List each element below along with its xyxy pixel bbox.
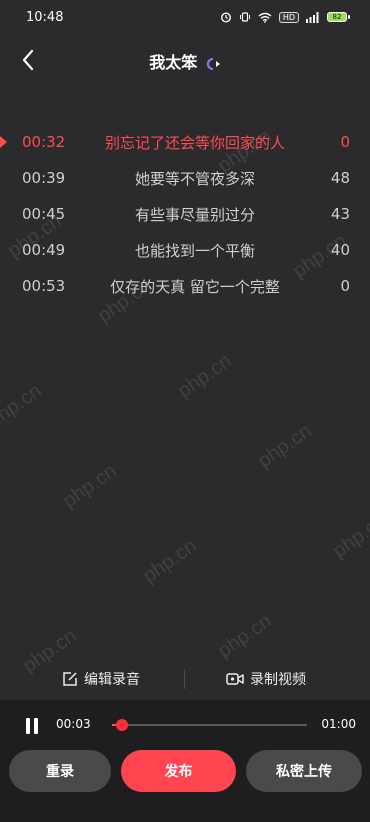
video-camera-icon <box>226 673 244 685</box>
current-line-marker-icon <box>0 136 7 148</box>
hd-icon: HD <box>278 11 299 23</box>
lyric-text: 也能找到一个平衡 <box>134 241 255 260</box>
lyric-time: 00:32 <box>22 133 66 151</box>
progress-handle[interactable] <box>115 719 128 731</box>
tool-divider <box>184 669 185 689</box>
nav-bar: 我太笨 <box>0 40 370 80</box>
lyric-text: 她要等不管夜多深 <box>134 169 255 188</box>
watermark: php.cn <box>173 349 236 403</box>
watermark: php.cn <box>328 509 370 563</box>
watermark: php.cn <box>213 609 276 663</box>
watermark: php.cn <box>253 419 316 473</box>
watermark: php.cn <box>0 379 46 433</box>
battery-icon: 82 <box>327 12 350 22</box>
progress-slider[interactable] <box>112 719 307 731</box>
edit-icon <box>63 672 77 686</box>
tool-row: 编辑录音 录制视频 <box>0 664 370 694</box>
lyric-text: 仅存的天真 留它一个完整 <box>110 277 280 296</box>
lyric-time: 00:45 <box>22 205 66 223</box>
wifi-icon <box>258 12 272 23</box>
current-time: 00:03 <box>56 717 91 731</box>
lyric-row[interactable]: 00:53 仅存的天真 留它一个完整 0 <box>0 268 370 304</box>
battery-level: 82 <box>327 12 347 22</box>
publish-button[interactable]: 发布 <box>121 750 236 792</box>
pause-icon-bar <box>34 718 38 734</box>
retake-button[interactable]: 重录 <box>9 750 111 792</box>
lyric-text: 有些事尽量别过分 <box>134 205 255 224</box>
signal-icon <box>306 11 319 23</box>
lyric-row[interactable]: 00:32 别忘记了还会等你回家的人 0 <box>0 124 370 160</box>
lyric-count: 0 <box>340 277 350 295</box>
lyric-text: 别忘记了还会等你回家的人 <box>104 133 285 152</box>
song-title: 我太笨 <box>149 53 198 72</box>
pause-icon-bar <box>26 718 30 734</box>
pause-button[interactable] <box>22 716 42 736</box>
lyric-row[interactable]: 00:49 也能找到一个平衡 40 <box>0 232 370 268</box>
page-title: 我太笨 <box>0 49 370 73</box>
action-row: 重录 发布 私密上传 <box>0 750 370 792</box>
status-icons: HD 82 <box>220 11 350 23</box>
total-time: 01:00 <box>321 717 356 731</box>
lyric-count: 43 <box>330 205 350 223</box>
record-video-button[interactable]: 录制视频 <box>226 669 306 689</box>
lyric-row[interactable]: 00:39 她要等不管夜多深 48 <box>0 160 370 196</box>
lyric-time: 00:39 <box>22 169 66 187</box>
alarm-icon <box>220 12 231 23</box>
record-video-label: 录制视频 <box>250 672 306 688</box>
lyric-count: 0 <box>340 133 350 151</box>
edit-recording-label: 编辑录音 <box>84 672 140 688</box>
lyric-count: 40 <box>330 241 350 259</box>
vibrate-icon <box>239 12 250 22</box>
lyric-time: 00:49 <box>22 241 66 259</box>
lyrics-list: 00:32 别忘记了还会等你回家的人 0 00:39 她要等不管夜多深 48 0… <box>0 124 370 304</box>
watermark: php.cn <box>138 534 201 588</box>
watermark: php.cn <box>58 459 121 513</box>
private-upload-button[interactable]: 私密上传 <box>246 750 362 792</box>
lyric-time: 00:53 <box>22 277 66 295</box>
status-bar: 10:48 HD 82 <box>0 0 370 34</box>
lyric-row[interactable]: 00:45 有些事尽量别过分 43 <box>0 196 370 232</box>
edit-recording-button[interactable]: 编辑录音 <box>62 669 140 689</box>
lyric-count: 48 <box>330 169 350 187</box>
status-time: 10:48 <box>26 9 64 25</box>
playing-indicator-icon <box>206 57 220 70</box>
